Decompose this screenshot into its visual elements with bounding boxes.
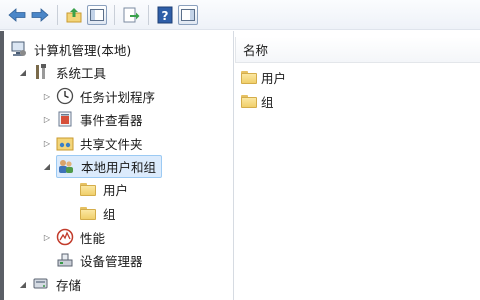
svg-text:?: ? <box>162 9 169 23</box>
tree-item-label: 系统工具 <box>56 65 107 81</box>
toolbar-separator <box>148 4 149 25</box>
shared-folder-icon <box>56 134 74 152</box>
help-icon[interactable]: ? <box>154 4 176 26</box>
details-pane: 名称 用户 组 <box>235 31 480 300</box>
event-viewer-icon <box>56 110 74 128</box>
list-item-users[interactable]: 用户 <box>240 66 286 88</box>
tree-item-label: 性能 <box>80 230 106 246</box>
show-hide-tree-icon[interactable] <box>86 4 108 26</box>
list-item-label: 组 <box>261 94 274 110</box>
tree-item-label: 共享文件夹 <box>80 136 143 152</box>
show-hide-action-pane-icon[interactable] <box>177 4 199 26</box>
selection-highlight: 本地用户和组 <box>56 154 163 178</box>
folder-icon <box>240 92 258 110</box>
tree-item-shared-folders[interactable]: ▷ 共享文件夹 <box>42 132 146 154</box>
tree-item-task-scheduler[interactable]: ▷ 任务计划程序 <box>42 85 158 107</box>
collapsed-triangle-icon[interactable]: ▷ <box>42 114 52 124</box>
collapsed-triangle-icon[interactable]: ▷ <box>42 91 52 101</box>
folder-icon <box>79 180 97 198</box>
tree-item-label: 本地用户和组 <box>81 159 157 175</box>
toolbar-separator <box>57 4 58 25</box>
computer-management-icon <box>10 40 28 58</box>
expanded-triangle-icon[interactable]: ◢ <box>18 279 28 289</box>
tree-item-local-users-and-groups[interactable]: ◢ 本地用户和组 <box>42 154 163 178</box>
tree-item-label: 存储 <box>56 277 82 293</box>
collapsed-triangle-icon[interactable]: ▷ <box>42 138 52 148</box>
tree-item-computer-management[interactable]: 计算机管理(本地) <box>10 38 134 60</box>
column-header-label: 名称 <box>243 43 269 58</box>
tree-item-label: 任务计划程序 <box>80 89 156 105</box>
tree-item-performance[interactable]: ▷ 性能 <box>42 226 108 248</box>
users-group-icon <box>57 157 75 175</box>
tree-item-label: 设备管理器 <box>80 253 143 269</box>
tree-item-label: 计算机管理(本地) <box>34 42 132 58</box>
tools-icon <box>32 63 50 81</box>
tree-item-groups[interactable]: 组 <box>79 202 119 224</box>
window-edge <box>0 31 4 300</box>
expanded-triangle-icon[interactable]: ◢ <box>18 67 28 77</box>
clock-icon <box>56 87 74 105</box>
toolbar-separator <box>114 4 115 25</box>
tree-item-system-tools[interactable]: ◢ 系统工具 <box>18 61 109 83</box>
storage-icon <box>32 275 50 293</box>
tree-item-label: 用户 <box>103 182 129 198</box>
list-item-label: 用户 <box>261 70 287 86</box>
tree-item-storage[interactable]: ◢ 存储 <box>18 273 84 295</box>
export-list-icon[interactable] <box>120 4 142 26</box>
tree-item-event-viewer[interactable]: ▷ 事件查看器 <box>42 108 146 130</box>
column-divider <box>235 37 236 63</box>
tree-item-users[interactable]: 用户 <box>79 178 131 200</box>
expanded-triangle-icon[interactable]: ◢ <box>42 161 52 171</box>
device-manager-icon <box>56 251 74 269</box>
back-icon[interactable] <box>6 4 28 26</box>
forward-icon[interactable] <box>29 4 51 26</box>
performance-icon <box>56 228 74 246</box>
tree-item-label: 事件查看器 <box>80 112 143 128</box>
list-item-groups[interactable]: 组 <box>240 90 274 112</box>
up-folder-icon[interactable] <box>63 4 85 26</box>
tree-item-label: 组 <box>103 206 116 222</box>
collapsed-triangle-icon[interactable]: ▷ <box>42 232 52 242</box>
column-header-name[interactable]: 名称 <box>235 37 480 63</box>
folder-icon <box>240 68 258 86</box>
toolbar: ? <box>0 0 480 30</box>
tree-item-device-manager[interactable]: 设备管理器 <box>56 249 146 271</box>
folder-icon <box>79 204 97 222</box>
